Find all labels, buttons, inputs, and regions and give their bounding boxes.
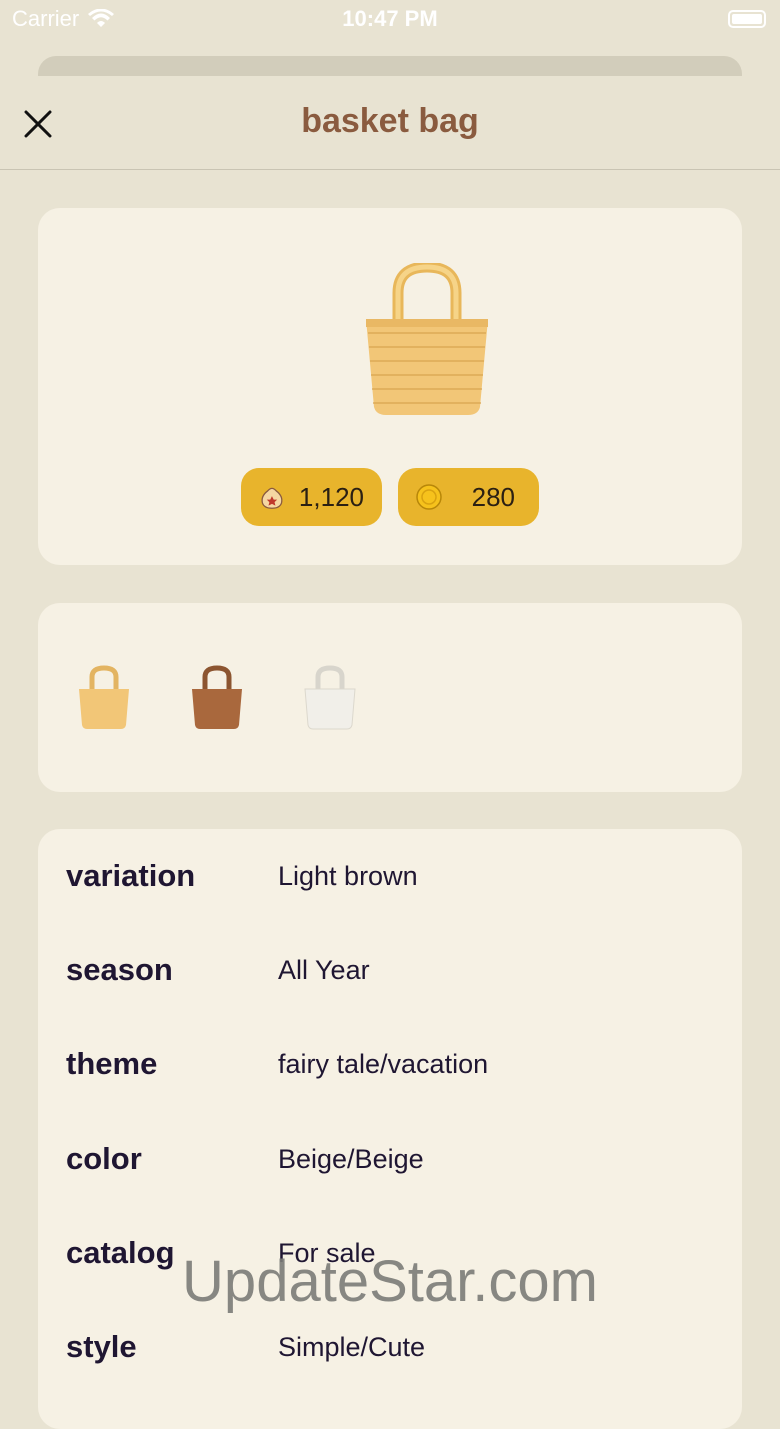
detail-value: Beige/Beige: [278, 1143, 424, 1174]
detail-row-style: style Simple/Cute: [66, 1322, 425, 1372]
page-title: basket bag: [301, 102, 479, 140]
variant-white-swatch[interactable]: [302, 665, 358, 731]
variant-brown-swatch[interactable]: [189, 665, 245, 731]
watermark: UpdateStar.com: [182, 1249, 598, 1314]
detail-key: variation: [66, 858, 196, 893]
detail-value: Light brown: [278, 860, 418, 891]
detail-row-theme: theme fairy tale/vacation: [66, 1039, 488, 1089]
sheet-background: [38, 56, 742, 76]
buy-price-badge: 1,120: [241, 468, 382, 526]
basket-bag-image: [366, 263, 488, 415]
details-card: variation Light brown season All Year th…: [38, 829, 742, 1429]
detail-row-season: season All Year: [66, 945, 370, 995]
sell-price-value: 280: [471, 481, 515, 512]
buy-price-value: 1,120: [298, 481, 364, 512]
clock: 10:47 PM: [342, 6, 438, 31]
detail-row-color: color Beige/Beige: [66, 1134, 424, 1184]
detail-value: All Year: [278, 954, 370, 985]
navigation-bar: basket bag: [0, 76, 780, 170]
detail-key: style: [66, 1329, 137, 1364]
detail-key: color: [66, 1141, 142, 1176]
battery-icon: [728, 10, 766, 28]
variants-card: [38, 603, 742, 792]
detail-value: Simple/Cute: [278, 1331, 426, 1362]
status-bar: Carrier 10:47 PM: [0, 0, 780, 40]
detail-value: fairy tale/vacation: [278, 1048, 489, 1079]
coin-icon: [416, 484, 442, 510]
sell-price-badge: 280: [398, 468, 539, 526]
detail-key: season: [66, 952, 173, 987]
variant-light-brown-swatch[interactable]: [76, 665, 132, 731]
detail-key: theme: [66, 1046, 158, 1081]
detail-row-variation: variation Light brown: [66, 851, 418, 901]
bell-bag-icon: [261, 487, 283, 509]
item-hero-card: 1,120 280: [38, 208, 742, 565]
